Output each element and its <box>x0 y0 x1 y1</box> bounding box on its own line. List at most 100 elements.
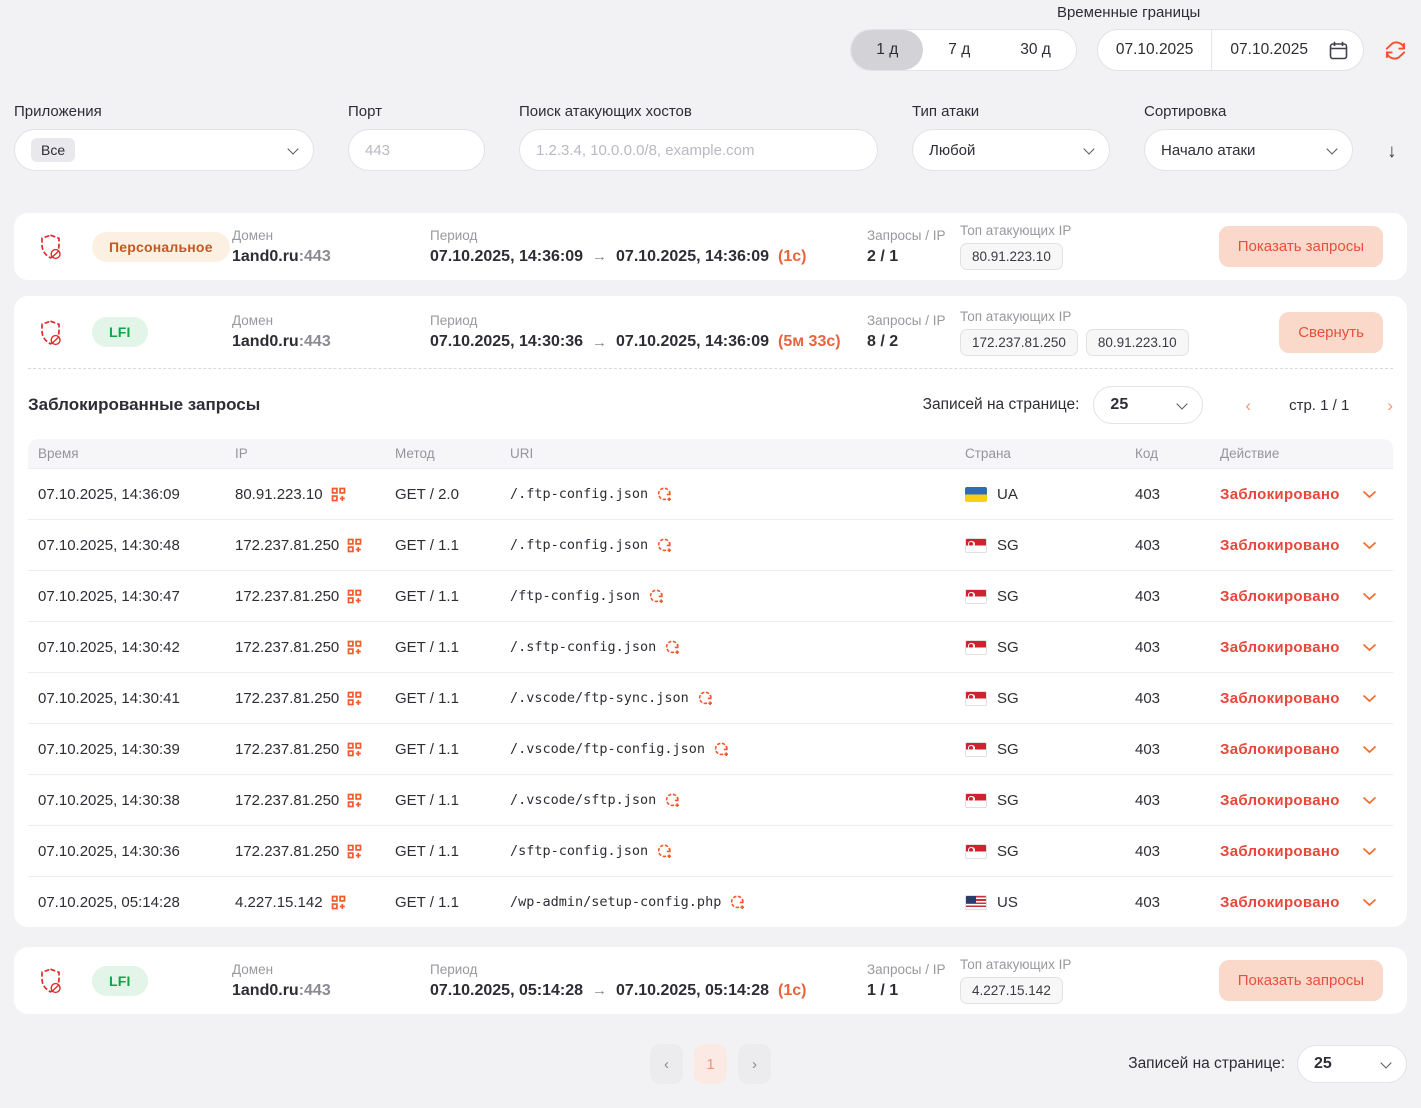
attack-type-badge: LFI <box>92 317 148 347</box>
prev-page-button[interactable]: ‹ <box>650 1044 683 1084</box>
expand-row-icon[interactable] <box>1362 745 1377 754</box>
range-7d-button[interactable]: 7 д <box>923 30 995 70</box>
attack-cards: Персональное Домен 1and0.ru:443 Период 0… <box>0 213 1421 1014</box>
next-page-button[interactable]: › <box>738 1044 771 1084</box>
expand-row-icon[interactable] <box>1362 796 1377 805</box>
top-ip-chip[interactable]: 80.91.223.10 <box>960 243 1063 270</box>
collapse-button[interactable]: Свернуть <box>1279 312 1383 353</box>
attack-type-label: Тип атаки <box>912 103 1110 120</box>
range-1d-button[interactable]: 1 д <box>851 30 923 70</box>
date-to-input[interactable]: 07.10.2025 <box>1211 30 1326 70</box>
host-search-input[interactable] <box>536 142 861 159</box>
add-rule-icon[interactable] <box>729 894 746 911</box>
country-flag <box>965 844 987 859</box>
add-rule-icon[interactable] <box>697 690 714 707</box>
date-from-input[interactable]: 07.10.2025 <box>1098 30 1212 70</box>
expand-row-icon[interactable] <box>1362 643 1377 652</box>
add-ip-to-list-icon[interactable] <box>347 691 362 706</box>
sort-value: Начало атаки <box>1161 142 1255 159</box>
add-ip-to-list-icon[interactable] <box>347 538 362 553</box>
add-rule-icon[interactable] <box>656 843 673 860</box>
add-ip-to-list-icon[interactable] <box>347 844 362 859</box>
table-row[interactable]: 07.10.2025, 14:30:41 172.237.81.250 GET … <box>28 672 1393 723</box>
filters-bar: Приложения Все Порт Поиск атакующих хост… <box>0 83 1421 171</box>
current-page-button[interactable]: 1 <box>694 1044 727 1084</box>
cell-method: GET / 1.1 <box>385 690 500 707</box>
cell-country: SG <box>997 741 1019 758</box>
table-row[interactable]: 07.10.2025, 14:30:38 172.237.81.250 GET … <box>28 774 1393 825</box>
period-field: Период 07.10.2025, 14:36:09 → 07.10.2025… <box>430 228 867 266</box>
add-rule-icon[interactable] <box>664 639 681 656</box>
cell-ip: 172.237.81.250 <box>235 588 339 605</box>
add-ip-to-list-icon[interactable] <box>331 487 346 502</box>
refresh-button[interactable] <box>1384 39 1407 62</box>
add-rule-icon[interactable] <box>656 537 673 554</box>
table-row[interactable]: 07.10.2025, 14:36:09 80.91.223.10 GET / … <box>28 468 1393 519</box>
show-requests-button[interactable]: Показать запросы <box>1219 960 1383 1001</box>
table-row[interactable]: 07.10.2025, 14:30:42 172.237.81.250 GET … <box>28 621 1393 672</box>
domain-field: Домен 1and0.ru:443 <box>232 962 430 1000</box>
country-flag <box>965 895 987 910</box>
add-rule-icon[interactable] <box>713 741 730 758</box>
table-row[interactable]: 07.10.2025, 14:30:39 172.237.81.250 GET … <box>28 723 1393 774</box>
top-ip-chip[interactable]: 4.227.15.142 <box>960 977 1063 1004</box>
expand-row-icon[interactable] <box>1362 490 1377 499</box>
table-row[interactable]: 07.10.2025, 14:30:47 172.237.81.250 GET … <box>28 570 1393 621</box>
cell-uri: /.sftp-config.json <box>510 639 656 655</box>
add-ip-to-list-icon[interactable] <box>331 895 346 910</box>
per-page-select[interactable]: 25 <box>1297 1045 1407 1083</box>
sort-direction-button[interactable]: ↓ <box>1387 141 1397 163</box>
expand-row-icon[interactable] <box>1362 694 1377 703</box>
shield-blocked-icon <box>38 233 92 260</box>
expand-row-icon[interactable] <box>1362 592 1377 601</box>
per-page-select[interactable]: 25 <box>1093 386 1203 424</box>
table-row[interactable]: 07.10.2025, 14:30:36 172.237.81.250 GET … <box>28 825 1393 876</box>
add-ip-to-list-icon[interactable] <box>347 589 362 604</box>
add-ip-to-list-icon[interactable] <box>347 640 362 655</box>
add-rule-icon[interactable] <box>664 792 681 809</box>
cell-ip: 80.91.223.10 <box>235 486 323 503</box>
attack-type-select[interactable]: Любой <box>912 129 1110 171</box>
table-row[interactable]: 07.10.2025, 14:30:48 172.237.81.250 GET … <box>28 519 1393 570</box>
per-page-label: Записей на странице: <box>1128 1055 1285 1073</box>
top-ip-chip[interactable]: 172.237.81.250 <box>960 329 1078 356</box>
cell-country: SG <box>997 588 1019 605</box>
apps-select[interactable]: Все <box>14 129 314 171</box>
add-ip-to-list-icon[interactable] <box>347 742 362 757</box>
prev-page-button[interactable]: ‹ <box>1245 397 1251 414</box>
cell-method: GET / 1.1 <box>385 894 500 911</box>
domain-field: Домен 1and0.ru:443 <box>232 313 430 351</box>
cell-uri: /wp-admin/setup-config.php <box>510 894 721 910</box>
cell-ip: 172.237.81.250 <box>235 690 339 707</box>
sort-select[interactable]: Начало атаки <box>1144 129 1353 171</box>
cell-time: 07.10.2025, 05:14:28 <box>28 894 225 911</box>
cell-method: GET / 2.0 <box>385 486 500 503</box>
status-blocked: Заблокировано <box>1220 537 1340 554</box>
expand-row-icon[interactable] <box>1362 541 1377 550</box>
cell-country: SG <box>997 690 1019 707</box>
top-ip-chip[interactable]: 80.91.223.10 <box>1086 329 1189 356</box>
expand-row-icon[interactable] <box>1362 898 1377 907</box>
col-code: Код <box>1125 446 1210 461</box>
status-blocked: Заблокировано <box>1220 894 1340 911</box>
col-action: Действие <box>1210 446 1393 461</box>
calendar-icon[interactable] <box>1326 40 1363 61</box>
attack-card-expanded: LFI Домен 1and0.ru:443 Период 07.10.2025… <box>14 296 1407 927</box>
show-requests-button[interactable]: Показать запросы <box>1219 226 1383 267</box>
port-input[interactable] <box>365 142 468 159</box>
range-30d-button[interactable]: 30 д <box>995 30 1076 70</box>
cell-code: 403 <box>1125 486 1210 503</box>
add-rule-icon[interactable] <box>656 486 673 503</box>
cell-ip: 172.237.81.250 <box>235 843 339 860</box>
table-row[interactable]: 07.10.2025, 05:14:28 4.227.15.142 GET / … <box>28 876 1393 927</box>
date-range-picker: 07.10.2025 07.10.2025 <box>1097 29 1364 71</box>
host-search-label: Поиск атакующих хостов <box>519 103 878 120</box>
next-page-button[interactable]: › <box>1387 397 1393 414</box>
time-bounds-label: Временные границы <box>850 4 1407 21</box>
apps-selected-chip[interactable]: Все <box>31 138 75 162</box>
add-ip-to-list-icon[interactable] <box>347 793 362 808</box>
add-rule-icon[interactable] <box>648 588 665 605</box>
cell-time: 07.10.2025, 14:30:48 <box>28 537 225 554</box>
shield-blocked-icon <box>38 967 92 994</box>
expand-row-icon[interactable] <box>1362 847 1377 856</box>
